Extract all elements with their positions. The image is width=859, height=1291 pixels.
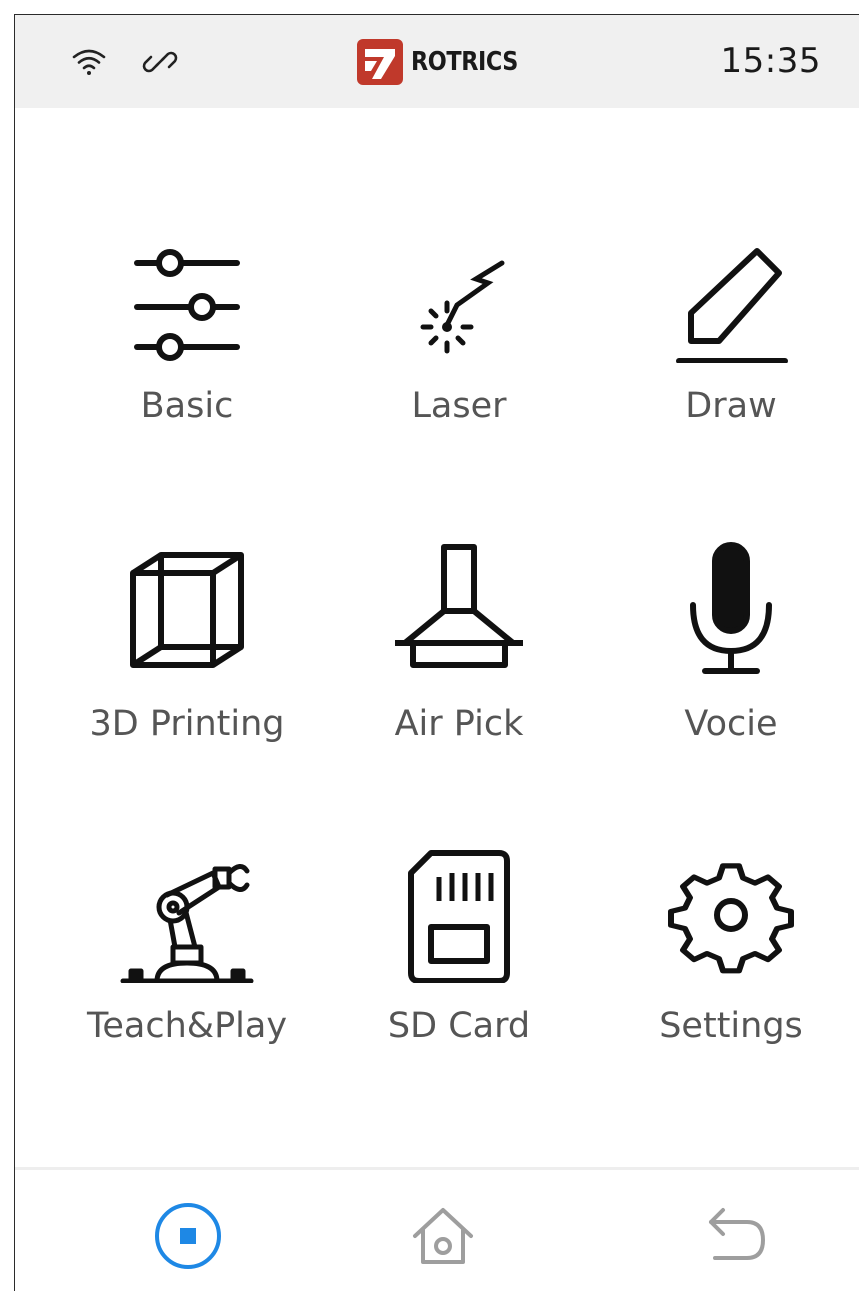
back-button[interactable] (701, 1200, 773, 1272)
suction-hood-icon (389, 541, 529, 681)
menu-item-air-pick[interactable]: Air Pick (323, 541, 595, 771)
menu-item-label: Laser (411, 386, 507, 426)
menu-item-label: SD Card (387, 1006, 531, 1046)
menu-item-sd-card[interactable]: SD Card (323, 843, 595, 1073)
clock-time: 15:35 (720, 41, 821, 81)
robot-arm-icon (117, 843, 257, 983)
menu-item-laser[interactable]: Laser (323, 223, 595, 453)
menu-item-label: Teach&Play (86, 1006, 288, 1046)
sliders-icon (117, 223, 257, 363)
logo-mark-icon (357, 39, 403, 85)
status-bar: ROTRICS 15:35 (15, 15, 859, 108)
menu-item-teach-and-play[interactable]: Teach&Play (51, 843, 323, 1073)
stop-button[interactable] (152, 1200, 224, 1272)
pencil-icon (661, 223, 801, 363)
menu-item-vocie[interactable]: Vocie (595, 541, 859, 771)
gear-icon (661, 843, 801, 983)
menu-item-settings[interactable]: Settings (595, 843, 859, 1073)
back-arrow-icon (709, 1208, 765, 1260)
menu-item-draw[interactable]: Draw (595, 223, 859, 453)
sd-card-icon (389, 843, 529, 983)
logo-text: ROTRICS (411, 47, 518, 77)
link-icon (140, 42, 180, 82)
laser-icon (389, 223, 529, 363)
menu-item-label: Settings (659, 1006, 803, 1046)
device-screen: ROTRICS 15:35 Basic Laser Draw 3D Printi… (14, 14, 859, 1291)
menu-item-label: Basic (140, 386, 234, 426)
menu-item-3d-printing[interactable]: 3D Printing (51, 541, 323, 771)
menu-item-basic[interactable]: Basic (51, 223, 323, 453)
microphone-icon (661, 541, 801, 681)
rotrics-logo: ROTRICS (357, 38, 535, 86)
menu-item-label: Air Pick (394, 704, 524, 744)
menu-item-label: Vocie (684, 704, 778, 744)
home-icon (413, 1208, 473, 1264)
stop-icon (155, 1203, 221, 1269)
cube-icon (117, 541, 257, 681)
menu-item-label: Draw (685, 386, 777, 426)
wifi-icon (69, 42, 109, 82)
home-button[interactable] (407, 1200, 479, 1272)
bottom-nav (15, 1170, 859, 1291)
menu-item-label: 3D Printing (89, 704, 285, 744)
